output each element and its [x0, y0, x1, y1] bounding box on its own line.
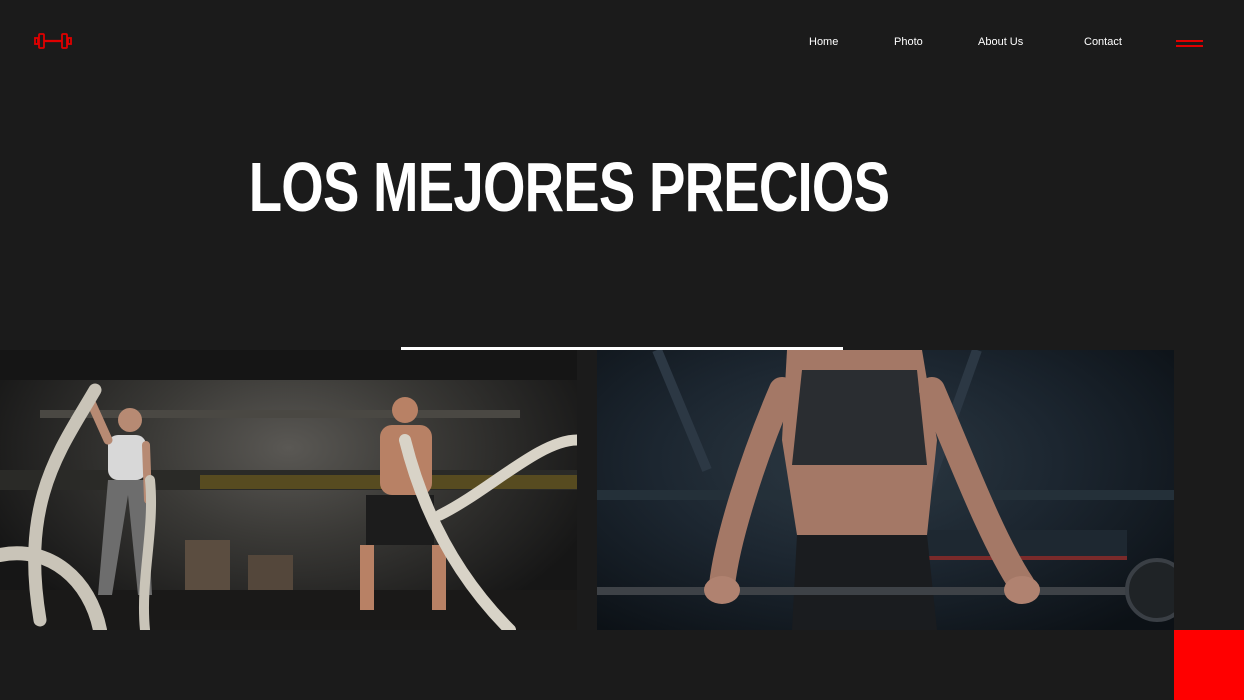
nav-contact-link[interactable]: Contact — [1084, 36, 1122, 48]
nav-photo-link[interactable]: Photo — [894, 36, 923, 48]
red-accent-block — [1174, 630, 1244, 700]
nav-about-us-link[interactable]: About Us — [978, 36, 1023, 48]
barbell-lift-photo — [597, 350, 1174, 630]
hero-title: LOS MEJORES PRECIOS — [248, 148, 890, 226]
hamburger-menu-icon[interactable] — [1175, 36, 1205, 50]
page: Home Photo About Us Contact LOS MEJORES … — [0, 0, 1244, 700]
battle-ropes-photo — [0, 350, 577, 630]
nav-home-link[interactable]: Home — [809, 36, 838, 48]
main-nav: Home Photo About Us Contact — [0, 36, 1244, 50]
